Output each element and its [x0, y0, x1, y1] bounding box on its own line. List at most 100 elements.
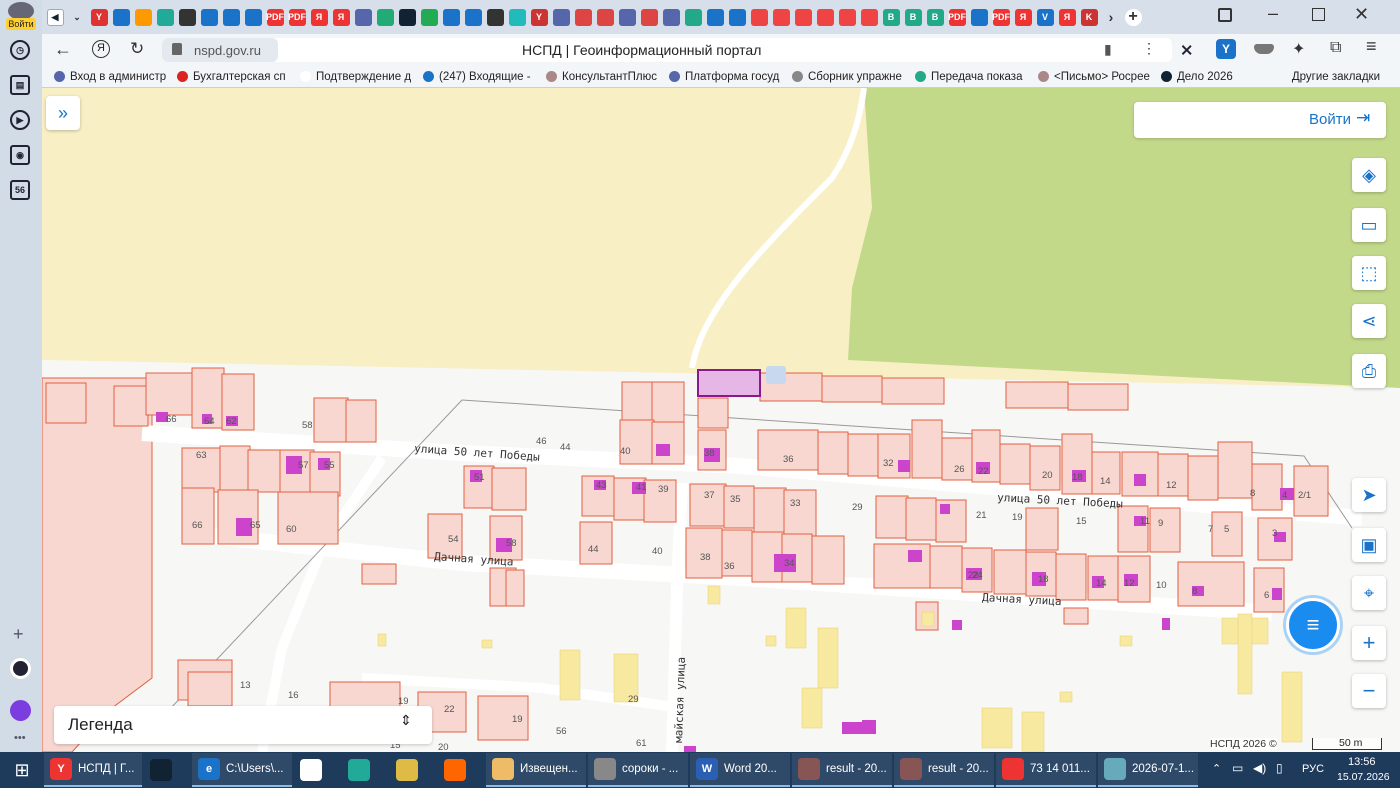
tab-favicon-icon[interactable] [596, 8, 614, 26]
taskbar-app[interactable]: result - 20... [894, 753, 994, 787]
land-parcel[interactable] [1187, 455, 1219, 501]
land-parcel[interactable] [1005, 381, 1069, 409]
building[interactable] [908, 550, 922, 562]
taskbar-app[interactable]: Y НСПД | Г... [44, 753, 142, 787]
page-menu-icon[interactable]: ⋮ [1142, 40, 1156, 57]
tab-favicon-icon[interactable] [442, 8, 460, 26]
tab-favicon-icon[interactable] [794, 8, 812, 26]
cadastral-map[interactable]: 66 64 62 58 46 44 40 38 36 32 26 22 20 18 14 12 8 4 2/1 63 5… [42, 88, 1400, 752]
land-parcel[interactable] [1063, 607, 1089, 625]
land-parcel[interactable] [753, 487, 787, 533]
bookmark-item[interactable]: Подтверждение д [300, 71, 423, 83]
land-parcel[interactable] [181, 487, 215, 545]
building[interactable] [1162, 618, 1170, 630]
tab-favicon-icon[interactable] [134, 8, 152, 26]
land-parcel[interactable] [621, 381, 655, 423]
land-parcel[interactable] [929, 545, 963, 589]
ruler-button[interactable]: ▭ [1352, 208, 1386, 242]
tab-favicon-icon[interactable] [508, 8, 526, 26]
land-parcel[interactable] [817, 431, 849, 475]
land-parcel[interactable] [651, 421, 685, 465]
land-parcel[interactable] [783, 489, 817, 537]
bookmark-icon[interactable]: ▮ [1104, 41, 1112, 58]
geo-search-button[interactable]: ⌖ [1352, 576, 1386, 610]
network-icon[interactable]: ▭ [1232, 761, 1243, 775]
tab-favicon-icon[interactable]: B [882, 8, 900, 26]
tab-favicon-icon[interactable] [244, 8, 262, 26]
yandex-home-icon[interactable]: Я [92, 40, 110, 58]
new-tab-icon[interactable]: + [1124, 8, 1142, 26]
legend-panel[interactable]: Легенда ⇕ [54, 706, 432, 744]
tab-favicon-icon[interactable] [772, 8, 790, 26]
tab-favicon-icon[interactable] [156, 8, 174, 26]
building[interactable] [656, 444, 670, 456]
bookmark-item[interactable]: Дело 2026 [1161, 71, 1284, 83]
locate-button[interactable]: ➤ [1352, 478, 1386, 512]
tab-manager-icon[interactable] [1218, 8, 1232, 22]
land-parcel[interactable] [219, 445, 251, 493]
other-bookmarks[interactable]: Другие закладки [1292, 71, 1400, 83]
assistant-icon[interactable] [10, 700, 31, 721]
share-button[interactable]: ⋖ [1352, 304, 1386, 338]
battery-icon[interactable]: ▯ [1276, 761, 1283, 775]
tab-favicon-icon[interactable] [552, 8, 570, 26]
bookmark-item[interactable]: КонсультантПлюс [546, 71, 669, 83]
building[interactable] [940, 504, 950, 514]
tray-overflow-icon[interactable]: ⌃ [1212, 762, 1221, 775]
taskbar-app[interactable]: W Word 20... [690, 753, 790, 787]
taskbar-app[interactable]: Извещен... [486, 753, 586, 787]
tab-favicon-icon[interactable] [200, 8, 218, 26]
building[interactable] [842, 722, 864, 734]
more-icon[interactable]: ••• [14, 732, 26, 744]
extension-vpn-icon[interactable] [1254, 44, 1274, 54]
land-parcel[interactable] [1067, 383, 1129, 411]
zoom-in-button[interactable]: + [1352, 626, 1386, 660]
land-parcel[interactable] [247, 449, 283, 493]
lock-icon[interactable] [172, 43, 182, 55]
land-parcel[interactable] [881, 377, 945, 405]
bookmark-item[interactable]: (247) Входящие - [423, 71, 546, 83]
land-parcel[interactable] [847, 433, 881, 477]
tab-favicon-icon[interactable]: PDF [288, 8, 306, 26]
land-parcel[interactable] [45, 382, 87, 424]
land-parcel[interactable] [993, 549, 1027, 595]
chat-button[interactable]: ≡ [1286, 598, 1340, 652]
window-maximize-icon[interactable] [1312, 8, 1325, 21]
land-parcel[interactable] [145, 372, 193, 416]
land-parcel[interactable] [1217, 441, 1253, 499]
tab-favicon-icon[interactable] [112, 8, 130, 26]
building[interactable] [898, 460, 910, 472]
address-bar[interactable]: nspd.gov.ru НСПД | Геоинформационный пор… [162, 38, 1172, 62]
land-parcel[interactable] [491, 467, 527, 511]
tab-favicon-icon[interactable] [706, 8, 724, 26]
land-parcel[interactable] [361, 563, 397, 585]
taskbar-app[interactable] [438, 753, 486, 787]
land-parcel[interactable] [579, 521, 613, 565]
bookmark-item[interactable]: Платформа госуд [669, 71, 792, 83]
tab-favicon-icon[interactable]: Я [332, 8, 350, 26]
tab-favicon-icon[interactable]: Y [530, 8, 548, 26]
taskbar-app[interactable] [390, 753, 438, 787]
land-parcel[interactable] [505, 569, 525, 607]
area-select-button[interactable]: ⬚ [1352, 256, 1386, 290]
tab-favicon-icon[interactable] [860, 8, 878, 26]
land-parcel[interactable] [811, 535, 845, 585]
tab-favicon-icon[interactable] [354, 8, 372, 26]
tab-favicon-icon[interactable] [464, 8, 482, 26]
tab-favicon-icon[interactable] [970, 8, 988, 26]
extensions-puzzle-icon[interactable]: ✦ [1292, 39, 1305, 59]
land-parcel[interactable] [651, 381, 685, 425]
add-panel-icon[interactable]: + [13, 624, 24, 645]
bookmark-item[interactable]: Вход в администр [54, 71, 177, 83]
land-parcel[interactable] [1025, 507, 1059, 551]
tab-favicon-icon[interactable] [376, 8, 394, 26]
tab-favicon-icon[interactable] [662, 8, 680, 26]
map-canvas[interactable]: 66 64 62 584644 40 3836 3226 22 20 18 14 128 4 2/1635… [42, 88, 1400, 752]
tab-favicon-icon[interactable] [640, 8, 658, 26]
land-parcel[interactable] [821, 375, 883, 403]
tab-favicon-icon[interactable] [178, 8, 196, 26]
taskbar-app[interactable]: сороки - ... [588, 753, 688, 787]
bookmark-item[interactable]: Передача показа [915, 71, 1038, 83]
land-parcel[interactable] [1029, 445, 1061, 491]
alice-icon[interactable] [10, 658, 31, 679]
